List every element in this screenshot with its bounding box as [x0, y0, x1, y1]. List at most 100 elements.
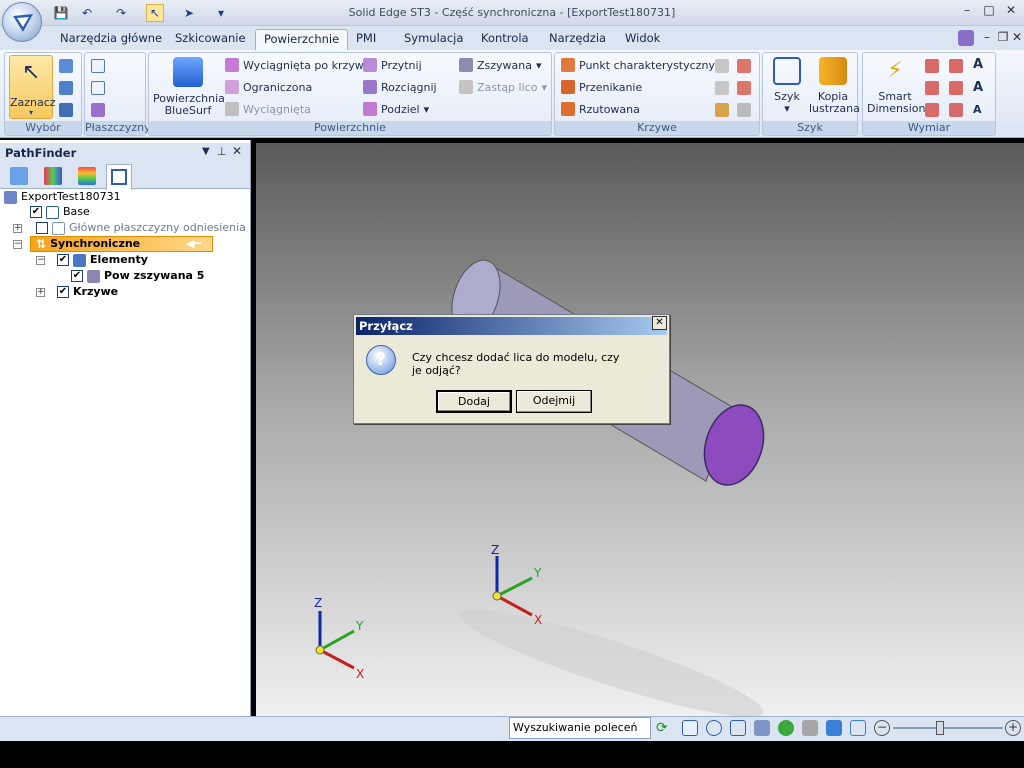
tab-tools[interactable]: Narzędzia [541, 29, 614, 50]
expand-icon[interactable]: + [36, 287, 45, 297]
zoom-slider-thumb[interactable] [936, 721, 944, 735]
curves-checkbox[interactable]: ✔ [57, 286, 69, 298]
add-button[interactable]: Dodaj [436, 390, 512, 413]
tab-sketching[interactable]: Szkicowanie [167, 29, 254, 50]
zoom-out-icon[interactable]: − [874, 720, 890, 736]
view-cube-icon[interactable] [826, 720, 842, 736]
triad-label-x: X [534, 613, 542, 627]
font-shrink-icon[interactable]: A [973, 103, 982, 116]
select-box-icon[interactable] [59, 59, 73, 73]
ground-shadow [458, 609, 764, 716]
collapse-icon[interactable]: − [36, 255, 45, 265]
select-manager-icon[interactable] [59, 103, 73, 117]
fit-icon[interactable] [730, 720, 746, 736]
tree-item-synchronous[interactable]: − ⇅ Synchroniczne [13, 236, 140, 252]
dialog-close-button[interactable]: ✕ [652, 316, 667, 330]
dimension-tool-icon[interactable] [925, 103, 939, 117]
close-button[interactable]: ✕ [1000, 3, 1022, 19]
sync-icon: ⇅ [36, 237, 47, 251]
mirror-copy-button[interactable]: Kopia lustrzana [809, 57, 860, 115]
dimension-tool-icon[interactable] [949, 81, 963, 95]
coincident-plane-icon[interactable] [91, 81, 105, 95]
curve-tool-icon[interactable] [737, 103, 751, 117]
help-icon[interactable] [958, 30, 974, 46]
pathfinder-tab-active[interactable] [106, 164, 132, 190]
replace-face-button[interactable]: Zastąp lico ▾ [459, 80, 547, 94]
curve-tool-icon[interactable] [715, 81, 729, 95]
intersection-button[interactable]: Przenikanie [561, 80, 642, 94]
bounded-button[interactable]: Ograniczona [225, 80, 312, 94]
curve-tool-icon[interactable] [715, 59, 729, 73]
dimension-tool-icon[interactable] [949, 103, 963, 117]
base-checkbox[interactable]: ✔ [30, 206, 42, 218]
mirror-label-2: lustrzana [809, 102, 860, 115]
pane-options-icon[interactable]: ▼ [202, 146, 210, 157]
pin-icon[interactable]: ⊥ [217, 145, 227, 158]
analysis-tab-icon[interactable] [78, 167, 96, 185]
stitched-checkbox[interactable]: ✔ [71, 270, 83, 282]
curve-tool-icon[interactable] [737, 59, 751, 73]
refresh-icon[interactable]: ⟳ [656, 720, 672, 736]
tab-surfaces[interactable]: Powierzchnie [255, 29, 349, 50]
spin-icon[interactable] [802, 720, 818, 736]
features-checkbox[interactable]: ✔ [57, 254, 69, 266]
trim-button[interactable]: Przytnij [363, 58, 422, 72]
curve-tool-icon[interactable] [715, 103, 729, 117]
extruded-button[interactable]: Wyciągnięta [225, 102, 311, 116]
zoom-slider[interactable] [893, 727, 1003, 729]
zoom-in-icon[interactable]: + [1005, 720, 1021, 736]
curve-tool-icon[interactable] [737, 81, 751, 95]
pan-icon[interactable] [754, 720, 770, 736]
tab-inspect[interactable]: Kontrola [473, 29, 537, 50]
pattern-button[interactable]: Szyk ▾ [767, 57, 807, 115]
zoom-icon[interactable] [706, 720, 722, 736]
subtract-button[interactable]: Odejmij [516, 390, 592, 413]
projected-button[interactable]: Rzutowana [561, 102, 640, 116]
group-label-curves: Krzywe [555, 121, 759, 135]
tab-simulation[interactable]: Symulacja [396, 29, 471, 50]
tab-view[interactable]: Widok [617, 29, 668, 50]
color-tab-icon[interactable] [44, 167, 62, 185]
keypoint-curve-button[interactable]: Punkt charakterystyczny▾ [561, 58, 724, 72]
font-grow-icon[interactable]: A [973, 80, 983, 95]
tree-item-features[interactable]: − ✔ Elementy [36, 252, 148, 268]
split-button[interactable]: Podziel ▾ [363, 102, 429, 116]
zoom-area-icon[interactable] [682, 720, 698, 736]
tree-item-curves[interactable]: + ✔ Krzywe [36, 284, 118, 300]
doc-close-button[interactable]: ✕ [1006, 30, 1024, 46]
expand-icon[interactable]: + [13, 223, 22, 233]
dimension-tool-icon[interactable] [925, 81, 939, 95]
wireframe-icon[interactable] [850, 720, 866, 736]
bluesurf-button[interactable]: Powierzchnia BlueSurf [153, 57, 225, 117]
tab-home[interactable]: Narzędzia główne [52, 29, 170, 50]
stitched-button[interactable]: Zszywana ▾ [459, 58, 542, 72]
smart-dimension-button[interactable]: ⚡ Smart Dimension [867, 57, 925, 115]
minimize-button[interactable]: – [956, 3, 978, 19]
select-button[interactable]: ↖ Zaznacz ▾ [9, 55, 56, 119]
rotate-icon[interactable] [778, 720, 794, 736]
ref-planes-checkbox[interactable] [36, 222, 48, 234]
close-icon[interactable]: ✕ [232, 144, 242, 158]
tree-item-stitched[interactable]: ✔ Pow zszywana 5 [71, 268, 204, 284]
ref-planes-label: Główne płaszczyzny odniesienia [69, 221, 246, 234]
maximize-button[interactable]: □ [978, 3, 1000, 19]
dimension-tool-icon[interactable] [949, 59, 963, 73]
graphics-viewport[interactable]: Z Y X Z Y X [256, 143, 1024, 716]
application-button[interactable] [2, 2, 42, 42]
text-style-icon[interactable]: A [973, 57, 983, 72]
coordinate-system-icon[interactable] [91, 103, 105, 117]
tree-item-base[interactable]: ✔ Base [30, 204, 90, 220]
extend-button[interactable]: Rozciągnij [363, 80, 437, 94]
plane-icon[interactable] [91, 59, 105, 73]
tree-item-ref-planes[interactable]: + Główne płaszczyzny odniesienia [13, 220, 246, 236]
collapse-icon[interactable]: − [13, 239, 22, 249]
layers-tab-icon[interactable] [10, 167, 28, 185]
tab-pmi[interactable]: PMI [348, 29, 384, 50]
dimension-tool-icon[interactable] [925, 59, 939, 73]
smart-dimension-icon: ⚡ [887, 58, 903, 83]
extend-icon [363, 80, 377, 94]
command-search-input[interactable]: Wyszukiwanie poleceń [509, 717, 651, 739]
tree-item-root[interactable]: ExportTest180731 [4, 189, 121, 205]
extruded-along-curve-button[interactable]: Wyciągnięta po krzywej [225, 58, 374, 72]
filter-icon[interactable] [59, 81, 73, 95]
